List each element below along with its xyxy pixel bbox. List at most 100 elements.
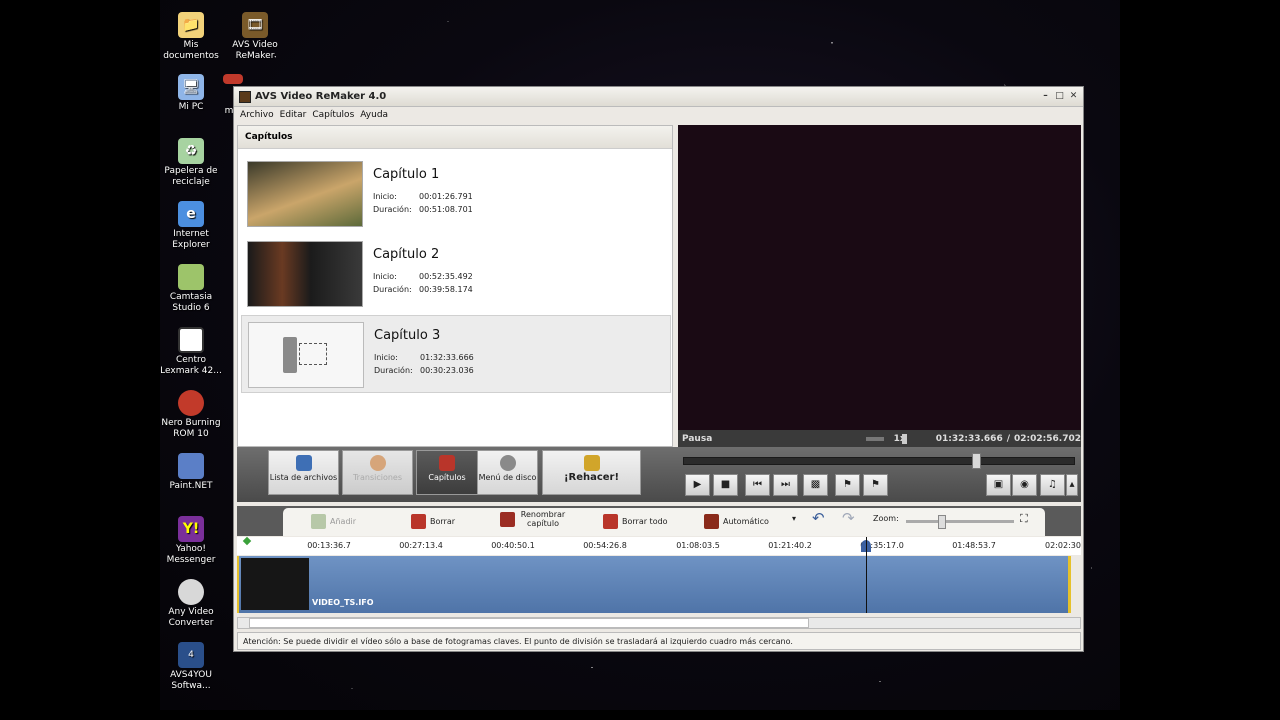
delete-all-icon <box>603 514 618 529</box>
video-track[interactable]: VIDEO_TS.IFO <box>237 537 1071 613</box>
maximize-button[interactable]: □ <box>1054 91 1065 102</box>
nero-icon <box>178 390 204 416</box>
snapshot-button[interactable]: ◉ <box>1012 474 1037 496</box>
desktop-icon-any-video-converter[interactable]: Any Video Converter <box>160 579 223 629</box>
desktop-icon-paint-net[interactable]: Paint.NET <box>160 453 223 492</box>
desktop-icon-internet-explorer[interactable]: e Internet Explorer <box>160 201 223 251</box>
chapter-thumbnail <box>247 161 363 227</box>
chapters-panel-header: Capítulos <box>238 126 672 149</box>
chapter-frame-icon <box>299 343 327 365</box>
marker-in-icon: ⚑ <box>843 479 852 490</box>
desktop-icon-partial[interactable] <box>223 74 243 86</box>
app-window: AVS Video ReMaker 4.0 – □ ✕ Archivo Edit… <box>233 86 1084 652</box>
fit-icon: ⛶ <box>1020 512 1028 525</box>
menu-capitulos[interactable]: Capítulos <box>312 110 354 120</box>
menu-bar: Archivo Editar Capítulos Ayuda <box>234 107 1083 122</box>
duration-label: Duración: <box>374 366 413 375</box>
menu-ayuda[interactable]: Ayuda <box>360 110 388 120</box>
disc-menu-icon <box>499 455 516 471</box>
title-bar[interactable]: AVS Video ReMaker 4.0 – □ ✕ <box>234 87 1083 107</box>
desktop-icon-avs-video-remaker[interactable]: 🎞 AVS Video ReMaker <box>223 12 287 62</box>
next-button[interactable]: ⏭ <box>773 474 798 496</box>
menu-editar[interactable]: Editar <box>280 110 307 120</box>
disc-menu-button[interactable]: Menú de disco <box>477 450 538 495</box>
chapter-duration: 00:51:08.701 <box>419 205 473 214</box>
fullscreen-button[interactable]: ▣ <box>986 474 1011 496</box>
ruler-tick: 00:27:13.4 <box>399 541 443 550</box>
duration-label: Duración: <box>373 205 412 214</box>
automatic-button[interactable]: Automático <box>704 514 769 529</box>
desktop-icon-mis-documentos[interactable]: 📁 Mis documentos <box>160 12 223 62</box>
automatic-dropdown[interactable]: ▾ <box>792 514 796 523</box>
zoom-label: Zoom: <box>873 514 899 523</box>
chapter-item-1[interactable]: Capítulo 1 Inicio: 00:01:26.791 Duración:… <box>241 155 671 233</box>
desktop-icon-nero[interactable]: Nero Burning ROM 10 <box>160 390 223 440</box>
chapter-item-3[interactable]: Capítulo 3 Inicio: 01:32:33.666 Duración:… <box>241 315 671 393</box>
speed-slider-thumb[interactable] <box>902 433 908 444</box>
monitor-icon: ▣ <box>993 479 1004 490</box>
total-time: 02:02:56.702 <box>1014 433 1081 444</box>
playhead-line <box>866 537 867 613</box>
redo-button[interactable]: ¡Rehacer! <box>542 450 641 495</box>
video-preview[interactable] <box>678 125 1081 430</box>
timeline-toolbar-area: Añadir Borrar Renombrar capítulo Borrar … <box>237 506 1081 536</box>
stop-icon: ■ <box>720 479 731 490</box>
chapter-title: Capítulo 3 <box>374 328 441 343</box>
previous-icon: ⏮ <box>753 479 762 490</box>
automatic-icon <box>704 514 719 529</box>
zoom-slider[interactable] <box>906 515 1014 529</box>
desktop-icon-camtasia[interactable]: Camtasia Studio 6 <box>160 264 223 314</box>
current-time: 01:32:33.666 <box>935 433 1003 444</box>
zoom-slider-thumb[interactable] <box>938 515 946 529</box>
desktop-icon-papelera[interactable]: ♻ Papelera de reciclaje <box>160 138 223 188</box>
chapter-start: 00:01:26.791 <box>419 192 473 201</box>
chapter-item-2[interactable]: Capítulo 2 Inicio: 00:52:35.492 Duración:… <box>241 235 671 313</box>
yahoo-icon: Y! <box>178 516 204 542</box>
chapters-button[interactable]: Capítulos <box>416 450 478 495</box>
redo-timeline-button[interactable]: ↷ <box>842 511 855 526</box>
rename-chapter-button[interactable]: Renombrar capítulo <box>500 510 567 528</box>
start-label: Inicio: <box>373 272 397 281</box>
add-icon <box>311 514 326 529</box>
timeline-scrollbar[interactable] <box>237 617 1081 629</box>
menu-archivo[interactable]: Archivo <box>240 110 274 120</box>
previous-button[interactable]: ⏮ <box>745 474 770 496</box>
volume-dropdown[interactable]: ▴ <box>1066 474 1078 496</box>
zoom-fit-button[interactable]: ⛶ <box>1020 512 1028 525</box>
chapter-start: 01:32:33.666 <box>420 353 474 362</box>
volume-button[interactable]: ♫ <box>1040 474 1065 496</box>
add-chapter-button[interactable]: Añadir <box>311 514 356 529</box>
chapter-title: Capítulo 1 <box>373 167 440 182</box>
chapter-thumbnail <box>248 322 364 388</box>
delete-all-button[interactable]: Borrar todo <box>603 514 668 529</box>
chapter-title: Capítulo 2 <box>373 247 440 262</box>
window-title: AVS Video ReMaker 4.0 <box>255 91 387 102</box>
desktop-icon-yahoo-messenger[interactable]: Y! Yahoo! Messenger <box>160 516 223 566</box>
transitions-button[interactable]: Transiciones <box>342 450 413 495</box>
file-list-button[interactable]: Lista de archivos <box>268 450 339 495</box>
seek-bar[interactable] <box>683 453 1075 469</box>
minimize-button[interactable]: – <box>1040 91 1051 102</box>
undo-button[interactable]: ↶ <box>812 511 825 526</box>
marker-in-button[interactable]: ⚑ <box>835 474 860 496</box>
seek-bar-thumb[interactable] <box>972 453 981 469</box>
ruler-tick: 01:21:40.2 <box>768 541 812 550</box>
speed-slider[interactable] <box>866 433 908 444</box>
desktop-icon-mi-pc[interactable]: 🖥 Mi PC <box>160 74 223 113</box>
computer-icon: 🖥 <box>178 74 204 100</box>
play-button[interactable]: ▶ <box>685 474 710 496</box>
marker-out-button[interactable]: ⚑ <box>863 474 888 496</box>
scrollbar-thumb[interactable] <box>249 618 809 628</box>
desktop-icon-avs4you[interactable]: 4 AVS4YOU Softwa... <box>160 642 223 692</box>
close-button[interactable]: ✕ <box>1068 91 1079 102</box>
timeline-toolbar: Añadir Borrar Renombrar capítulo Borrar … <box>283 508 1045 536</box>
avs4you-icon: 4 <box>178 642 204 668</box>
app-icon <box>239 90 251 103</box>
frame-button[interactable]: ▩ <box>803 474 828 496</box>
stop-button[interactable]: ■ <box>713 474 738 496</box>
player-status: Pausa <box>682 433 713 444</box>
delete-chapter-button[interactable]: Borrar <box>411 514 455 529</box>
next-icon: ⏭ <box>781 479 790 490</box>
lexmark-icon <box>178 327 204 353</box>
desktop-icon-lexmark[interactable]: Centro Lexmark 42... <box>160 327 223 377</box>
